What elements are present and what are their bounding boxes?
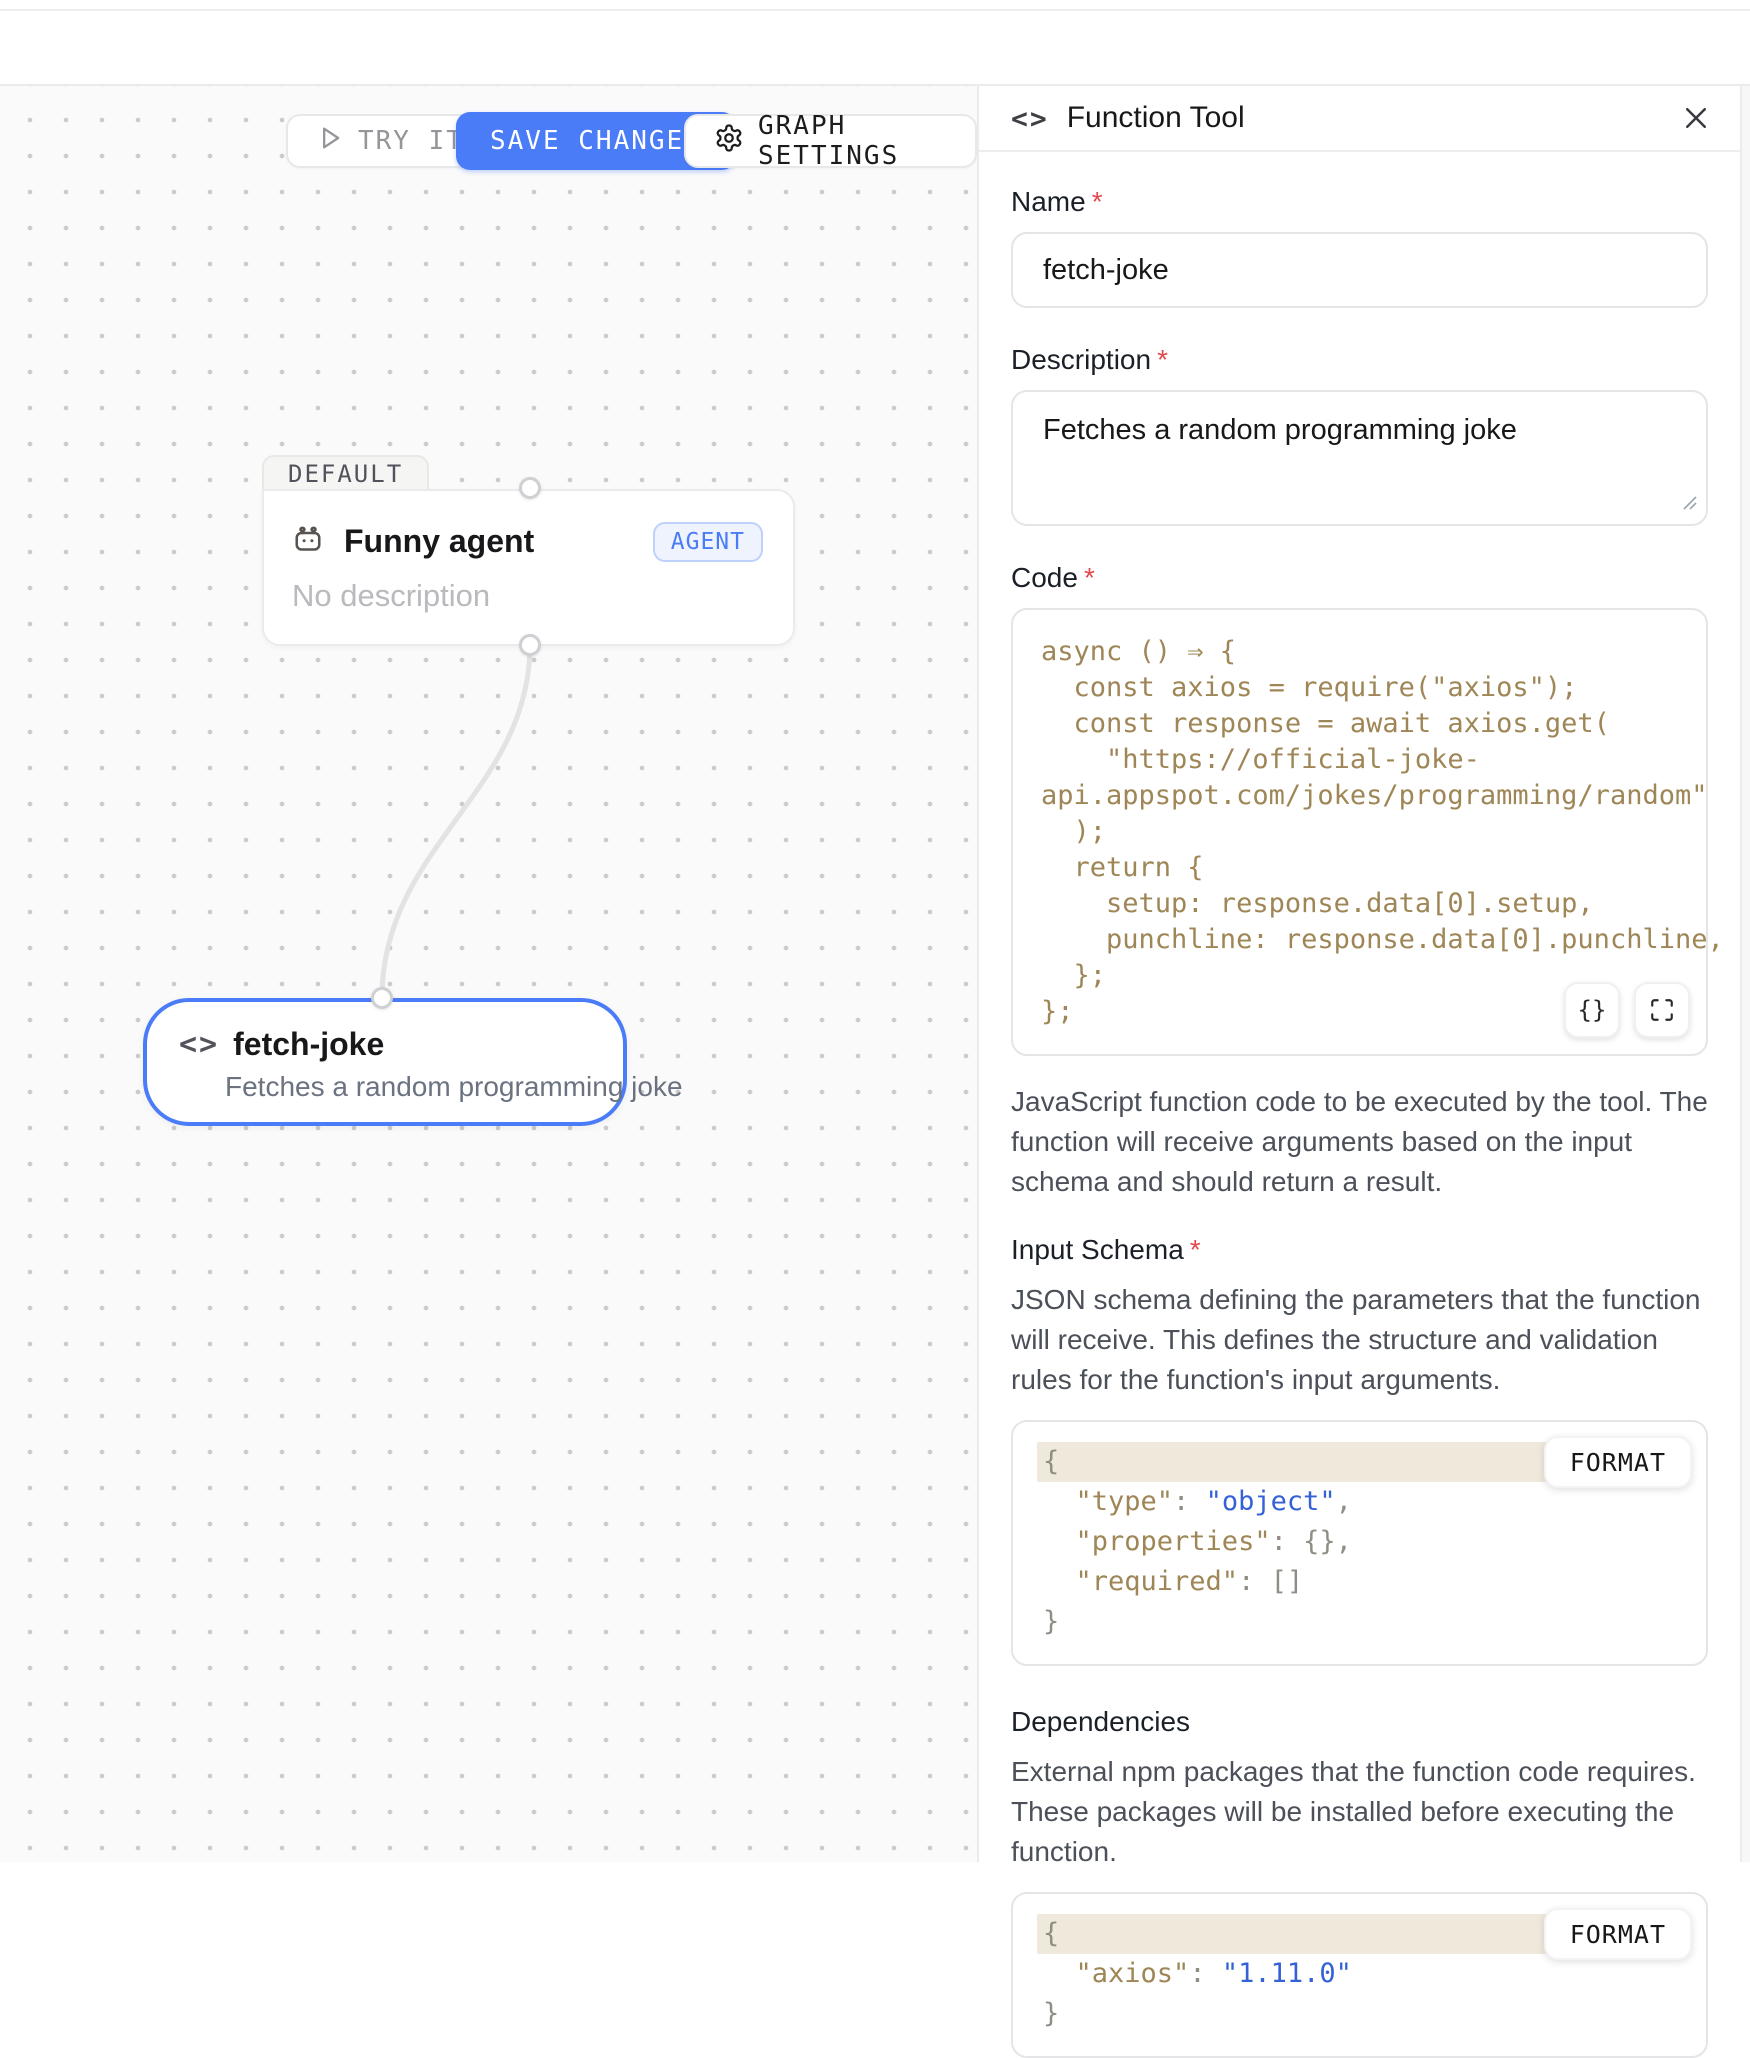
try-it-label: TRY IT <box>358 126 464 156</box>
panel-header: <> Function Tool <box>979 86 1750 152</box>
code-icon: <> <box>1011 102 1049 135</box>
dependencies-editor[interactable]: { "axios": "1.11.0"} FORMAT <box>1011 1892 1708 2058</box>
tool-node-title: fetch-joke <box>233 1026 384 1063</box>
code-help-text: JavaScript function code to be executed … <box>1011 1082 1708 1202</box>
gear-icon <box>714 123 744 160</box>
input-schema-help-text: JSON schema defining the parameters that… <box>1011 1280 1708 1400</box>
description-field-label: Description* <box>1011 344 1708 376</box>
agent-node-input-handle[interactable] <box>519 477 541 499</box>
graph-settings-label: GRAPH SETTINGS <box>758 111 947 171</box>
dependencies-label: Dependencies <box>1011 1706 1708 1738</box>
graph-settings-button[interactable]: GRAPH SETTINGS <box>684 114 977 168</box>
group-tab-label: DEFAULT <box>288 460 403 488</box>
required-marker: * <box>1084 562 1095 593</box>
input-schema-editor[interactable]: { "type": "object", "properties": {}, "r… <box>1011 1420 1708 1666</box>
tool-node-fetch-joke[interactable]: <> fetch-joke Fetches a random programmi… <box>143 998 627 1126</box>
panel-scrollbar[interactable] <box>1740 86 1750 1862</box>
maximize-icon <box>1649 997 1675 1023</box>
dependencies-help-text: External npm packages that the function … <box>1011 1752 1708 1872</box>
function-tool-panel: <> Function Tool Name* Description* Fetc… <box>977 86 1750 1862</box>
code-content: async () ⇒ { const axios = require("axio… <box>1041 634 1678 1030</box>
group-tab-default[interactable]: DEFAULT <box>262 455 429 491</box>
tool-node-input-handle[interactable] <box>371 987 393 1009</box>
braces-icon: {} <box>1578 996 1607 1024</box>
format-braces-button[interactable]: {} <box>1564 982 1620 1038</box>
code-editor[interactable]: async () ⇒ { const axios = require("axio… <box>1011 608 1708 1056</box>
play-icon <box>316 124 344 159</box>
input-schema-label: Input Schema* <box>1011 1234 1708 1266</box>
window-top-divider <box>0 9 1750 11</box>
agent-type-badge: AGENT <box>653 522 763 562</box>
panel-title: Function Tool <box>1067 101 1660 135</box>
close-panel-button[interactable] <box>1678 100 1714 136</box>
node-edge <box>0 86 977 1862</box>
save-changes-label: SAVE CHANGES <box>490 126 702 156</box>
graph-canvas[interactable]: TRY IT SAVE CHANGES GRAPH SETTINGS DEFAU… <box>0 86 977 1862</box>
resize-grip-icon[interactable] <box>1682 495 1698 516</box>
agent-node-output-handle[interactable] <box>519 634 541 656</box>
description-textarea[interactable]: Fetches a random programming joke <box>1011 390 1708 526</box>
agent-node-description: No description <box>264 562 793 614</box>
name-input[interactable] <box>1011 232 1708 308</box>
code-field-label: Code* <box>1011 562 1708 594</box>
required-marker: * <box>1092 186 1103 217</box>
tool-node-description: Fetches a random programming joke <box>147 1063 623 1103</box>
required-marker: * <box>1190 1234 1201 1265</box>
top-bar <box>0 0 1750 86</box>
agent-node-title: Funny agent <box>344 523 639 560</box>
required-marker: * <box>1157 344 1168 375</box>
agent-node[interactable]: Funny agent AGENT No description <box>262 489 795 646</box>
format-button[interactable]: FORMAT <box>1544 1436 1692 1488</box>
close-icon <box>1681 103 1711 133</box>
format-button[interactable]: FORMAT <box>1544 1908 1692 1960</box>
code-icon: <> <box>179 1027 219 1062</box>
robot-icon <box>290 521 326 562</box>
name-field-label: Name* <box>1011 186 1708 218</box>
expand-editor-button[interactable] <box>1634 982 1690 1038</box>
